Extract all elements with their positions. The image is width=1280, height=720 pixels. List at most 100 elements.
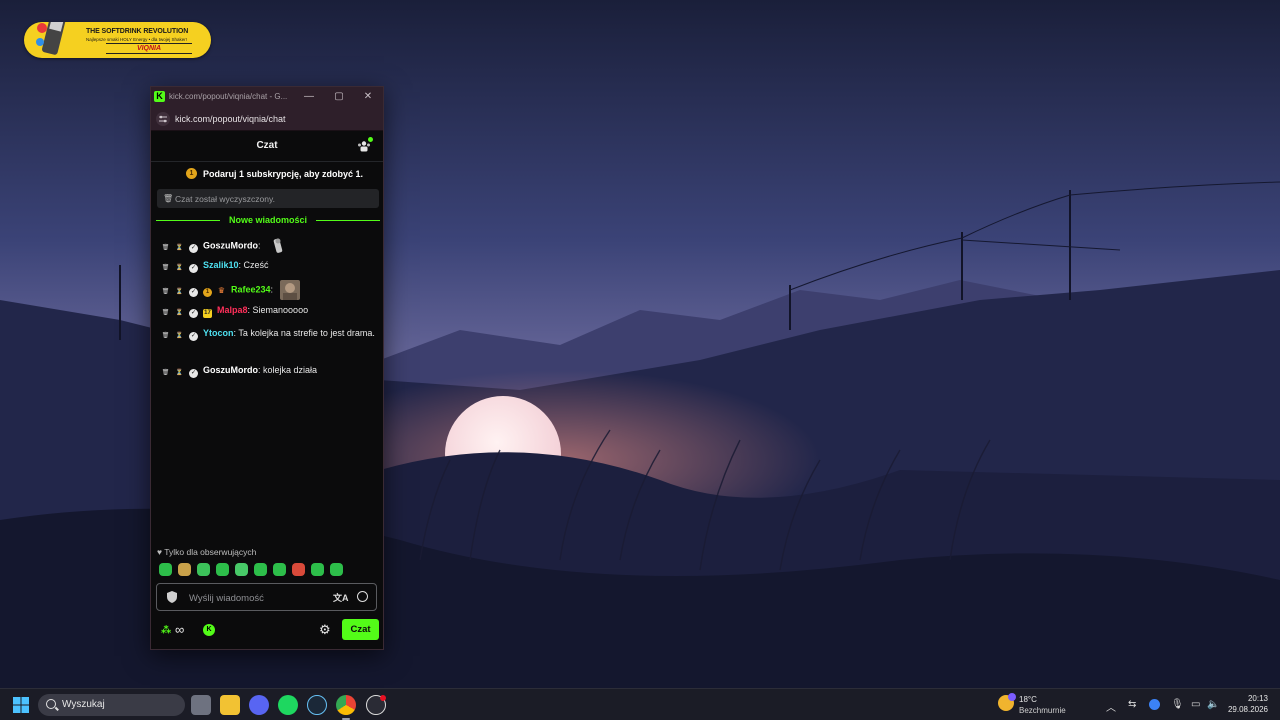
delete-message-icon[interactable]: 🗑 — [161, 264, 170, 273]
gift-sub-promo[interactable]: 1 Podaruj 1 subskrypcję, aby zdobyć 1. — [151, 165, 383, 183]
weather-widget[interactable]: 18°C Bezchmurnie — [998, 693, 1078, 717]
translate-icon[interactable]: 文A — [333, 591, 349, 604]
chat-username[interactable]: GoszuMordo — [203, 365, 258, 375]
chat-text: Cześć — [241, 260, 269, 270]
chat-separator: : — [258, 240, 261, 251]
file-explorer-icon[interactable] — [220, 695, 240, 715]
maximize-button[interactable]: ▢ — [331, 90, 347, 104]
shield-icon[interactable] — [167, 591, 177, 603]
chat-message[interactable]: 🗑 ⏳ ✓ Szalik10: Cześć — [161, 258, 375, 273]
followers-only-text: Tylko dla obserwujących — [164, 547, 257, 557]
timeout-icon[interactable]: ⏳ — [175, 309, 184, 318]
timeout-icon[interactable]: ⏳ — [175, 264, 184, 273]
online-indicator — [368, 137, 373, 142]
url-text: kick.com/popout/viqnia/chat — [175, 114, 286, 124]
chat-message[interactable]: 🗑 ⏳ ✓ GoszuMordo: — [161, 236, 375, 256]
taskbar-search[interactable]: Wyszukaj — [38, 694, 185, 716]
timeout-icon[interactable]: ⏳ — [175, 332, 184, 341]
display-icon[interactable]: ▭ — [1191, 699, 1200, 710]
delete-message-icon[interactable]: 🗑 — [161, 309, 170, 318]
chrome-icon[interactable] — [336, 695, 356, 720]
timeout-icon[interactable]: ⏳ — [175, 288, 184, 297]
cat-emote-icon — [273, 238, 283, 253]
emote-icon[interactable] — [273, 563, 286, 576]
close-button[interactable]: ✕ — [360, 90, 376, 104]
weather-temp: 18°C — [1019, 695, 1037, 704]
steam-icon[interactable] — [307, 695, 327, 715]
heart-icon: ♥ — [157, 547, 163, 557]
delete-message-icon[interactable]: 🗑 — [161, 369, 170, 378]
weather-badge — [1008, 693, 1016, 701]
address-bar[interactable]: kick.com/popout/viqnia/chat — [151, 108, 383, 131]
energy-can-icon — [36, 22, 66, 55]
chat-message[interactable]: 🗑 ⏳ ✓ 1 ♛ Rafee234: — [161, 280, 375, 300]
emote-icon[interactable] — [311, 563, 324, 576]
delete-message-icon[interactable]: 🗑 — [161, 332, 170, 341]
chat-username[interactable]: Szalik10 — [203, 260, 239, 270]
search-icon — [46, 699, 56, 709]
verified-badge-icon: ✓ — [189, 309, 198, 318]
verified-badge-icon: ✓ — [189, 244, 198, 254]
gear-icon[interactable]: ⚙ — [319, 623, 331, 636]
chat-popup-window: K kick.com/popout/viqnia/chat - G... — ▢… — [150, 86, 384, 650]
emoji-picker-icon[interactable] — [357, 591, 368, 602]
chevron-up-icon[interactable]: ︿ — [1106, 699, 1116, 714]
delete-message-icon[interactable]: 🗑 — [161, 244, 170, 253]
cleared-text: Czat został wyczyszczony. — [175, 194, 275, 204]
message-input[interactable] — [187, 589, 321, 607]
chat-footer: ⁂ ∞ K ⚙ Czat — [151, 617, 383, 645]
chat-username[interactable]: Malpa8 — [217, 305, 248, 315]
emote-icon[interactable] — [254, 563, 267, 576]
verified-badge-icon: ✓ — [189, 369, 198, 378]
window-title: kick.com/popout/viqnia/chat - G... — [169, 92, 288, 101]
clock-date: 29.08.2026 — [1227, 705, 1268, 714]
verified-badge-icon: ✓ — [189, 332, 198, 341]
desktop-promo-logo[interactable]: THE SOFTDRINK REVOLUTION Najlepsze smaki… — [24, 22, 211, 58]
promo-text: Podaruj 1 subskrypcję, aby zdobyć 1. — [203, 169, 364, 179]
delete-message-icon[interactable]: 🗑 — [161, 288, 170, 297]
task-view-icon[interactable] — [191, 695, 211, 715]
chat-message[interactable]: 🗑 ⏳ ✓ GoszuMordo: kolejka działa — [161, 363, 375, 378]
channel-points-icon[interactable]: ⁂ — [161, 625, 171, 636]
emote-icon[interactable] — [235, 563, 248, 576]
emote-icon[interactable] — [292, 563, 305, 576]
chat-title: Czat — [256, 140, 278, 151]
points-value[interactable]: ∞ — [175, 622, 184, 637]
verified-badge-icon: ✓ — [189, 264, 198, 273]
timeout-icon[interactable]: ⏳ — [175, 369, 184, 378]
send-chat-button[interactable]: Czat — [342, 619, 379, 640]
volume-icon[interactable]: 🔈 — [1207, 699, 1219, 710]
clock-time: 20:13 — [1247, 694, 1268, 703]
logo-title: THE SOFTDRINK REVOLUTION — [86, 28, 189, 35]
discord-icon[interactable] — [249, 695, 269, 715]
new-messages-label: Nowe wiadomości — [224, 215, 312, 225]
microphone-icon[interactable]: 🎙 — [1171, 699, 1184, 710]
emote-icon[interactable] — [197, 563, 210, 576]
chat-message[interactable]: 🗑 ⏳ ✓ 17 Malpa8: Siemanooooo — [161, 303, 375, 318]
emote-icon[interactable] — [216, 563, 229, 576]
spotify-icon[interactable] — [278, 695, 298, 715]
emote-icon[interactable] — [178, 563, 191, 576]
subscriber-badge-icon: 1 — [203, 288, 212, 298]
photo-emote-icon — [279, 280, 300, 300]
tray-shield-icon[interactable] — [1149, 699, 1160, 710]
emote-icon[interactable] — [330, 563, 343, 576]
windows-start-icon[interactable] — [13, 697, 29, 713]
timeout-icon[interactable]: ⏳ — [175, 244, 184, 253]
system-clock[interactable]: 20:13 29.08.2026 — [1222, 693, 1268, 715]
message-input-box[interactable]: 文A — [156, 583, 377, 611]
new-messages-divider: Nowe wiadomości — [156, 214, 380, 226]
window-titlebar[interactable]: K kick.com/popout/viqnia/chat - G... — ▢… — [151, 87, 383, 108]
emote-icon[interactable] — [159, 563, 172, 576]
age-badge-icon: 17 — [203, 309, 212, 318]
search-label: Wyszukaj — [62, 699, 105, 710]
chat-username[interactable]: GoszuMordo — [203, 240, 258, 250]
site-settings-icon[interactable] — [156, 112, 170, 126]
kick-badge-icon[interactable]: K — [203, 624, 215, 636]
weather-condition: Bezchmurnie — [1019, 706, 1066, 715]
chat-message[interactable]: 🗑 ⏳ ✓ Ytocon: Ta kolejka na strefie to jest… — [161, 326, 375, 341]
chat-username[interactable]: Rafee234 — [231, 284, 271, 294]
minimize-button[interactable]: — — [301, 90, 317, 104]
chat-username[interactable]: Ytocon — [203, 328, 234, 338]
tray-app-icon[interactable]: ⇆ — [1128, 699, 1136, 710]
